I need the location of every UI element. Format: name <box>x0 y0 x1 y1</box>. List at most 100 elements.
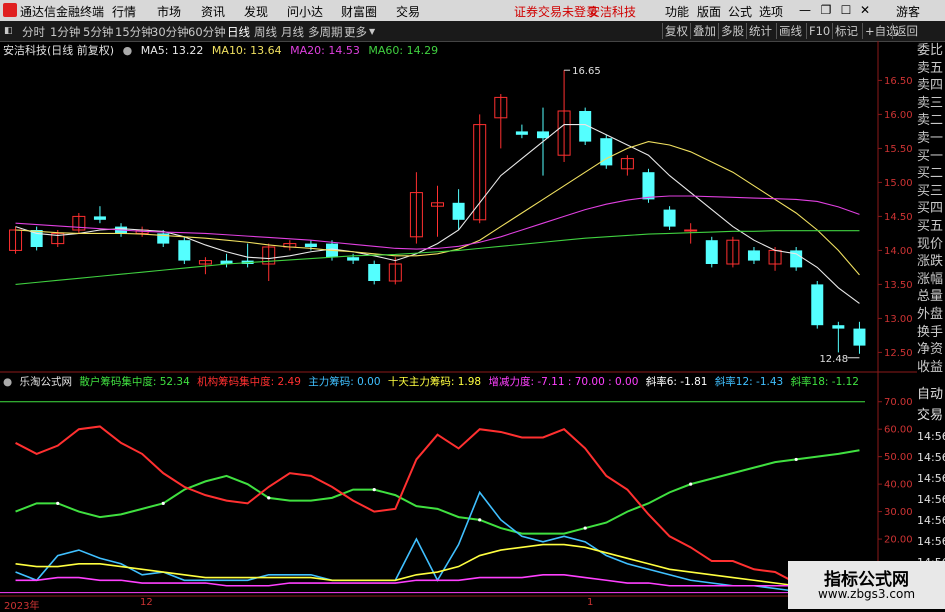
draw-line-button[interactable]: 画线 <box>776 23 804 39</box>
adjust-button[interactable]: 复权 <box>662 23 690 39</box>
side-panel-item[interactable]: 换手 <box>917 324 945 342</box>
candle-body <box>832 325 845 329</box>
menu-item-trade[interactable]: 交易 <box>396 3 420 20</box>
low-price-label: 12.48 <box>819 354 848 365</box>
tab-monthly[interactable]: 月线 <box>281 24 304 40</box>
indicator-point <box>161 501 165 505</box>
legend-retail-concentration: 散户筹码集中度: 52.34 <box>79 376 190 388</box>
y-tick-label: 13.00 <box>884 314 913 325</box>
y-tick-label: 14.00 <box>884 246 913 257</box>
candle-body <box>536 131 549 139</box>
side-panel-item[interactable]: 总量 <box>917 288 945 306</box>
menu-item-functions[interactable]: 功能 <box>665 3 689 20</box>
close-icon[interactable]: ✕ <box>857 1 873 19</box>
legend-institution-concentration: 机构筹码集中度: 2.49 <box>197 376 301 388</box>
side-panel-item[interactable]: 卖四 <box>917 77 945 95</box>
side-panel-item[interactable]: 自动 <box>917 384 945 405</box>
menu-item-xiaoda[interactable]: 问小达 <box>287 3 323 20</box>
side-panel-item[interactable]: 卖三 <box>917 95 945 113</box>
tab-5min[interactable]: 5分钟 <box>83 24 113 40</box>
menu-item-options[interactable]: 选项 <box>759 3 783 20</box>
legend-change-force: 增减力度: -7.11 : 70.00 : 0.00 <box>488 376 639 388</box>
menu-item-wealth-circle[interactable]: 财富圈 <box>341 3 377 20</box>
side-panel-item[interactable]: 委比 <box>917 42 945 60</box>
indicator-title: 乐淘公式网 <box>19 376 73 388</box>
indicator-point <box>689 482 693 486</box>
indicator-point <box>372 488 376 492</box>
y-tick-label: 16.50 <box>884 76 913 87</box>
side-panel-item[interactable]: 卖五 <box>917 60 945 78</box>
y-tick-label: 16.00 <box>884 110 913 121</box>
side-panel-item[interactable]: 收益 <box>917 359 945 377</box>
menu-item-news[interactable]: 资讯 <box>201 3 225 20</box>
side-panel-item[interactable]: 卖一 <box>917 130 945 148</box>
indicator-line <box>15 490 860 595</box>
watermark-url: www.zbgs3.com <box>817 587 916 601</box>
timestamp-item: 14:56 <box>917 514 945 527</box>
side-panel-item[interactable]: 买五 <box>917 218 945 236</box>
legend-slope6: 斜率6: -1.81 <box>645 376 708 388</box>
minimize-icon[interactable]: — <box>797 1 813 19</box>
more-chevron-icon[interactable]: ▼ <box>369 27 375 36</box>
tab-more[interactable]: 更多 <box>344 24 367 40</box>
side-panel-item[interactable]: 交易 <box>917 405 945 426</box>
side-panel-item[interactable]: 买二 <box>917 165 945 183</box>
y-tick-label: 40.00 <box>884 480 913 491</box>
side-panel-item[interactable]: 现价 <box>917 236 945 254</box>
indicator-line <box>15 449 860 535</box>
f10-button[interactable]: F10 <box>806 23 832 39</box>
menu-item-market[interactable]: 行情 <box>112 3 136 20</box>
candle-body <box>93 216 106 220</box>
tab-1min[interactable]: 1分钟 <box>50 24 80 40</box>
y-tick-label: 15.00 <box>884 178 913 189</box>
y-tick-label: 13.50 <box>884 280 913 291</box>
tab-60min[interactable]: 60分钟 <box>188 24 226 40</box>
stats-button[interactable]: 统计 <box>746 23 774 39</box>
y-tick-label: 70.00 <box>884 397 913 408</box>
tab-30min[interactable]: 30分钟 <box>151 24 189 40</box>
maximize-icon[interactable]: ☐ <box>838 1 854 19</box>
side-panel-item[interactable]: 涨幅 <box>917 271 945 289</box>
menu-item-formula[interactable]: 公式 <box>728 3 752 20</box>
mark-button[interactable]: 标记 <box>832 23 860 39</box>
tab-15min[interactable]: 15分钟 <box>115 24 153 40</box>
legend-main-chips: 主力筹码: 0.00 <box>308 376 381 388</box>
menu-item-layout[interactable]: 版面 <box>697 3 721 20</box>
tab-multi-period[interactable]: 多周期 <box>308 24 343 40</box>
x-tick-label: 12 <box>140 597 153 608</box>
user-label[interactable]: 游客 <box>896 3 920 20</box>
collapse-icon[interactable]: ◧ <box>4 26 13 36</box>
candle-body <box>853 328 866 346</box>
restore-icon[interactable]: ❐ <box>818 1 834 19</box>
side-panel-item[interactable]: 涨跌 <box>917 253 945 271</box>
legend-slope18: 斜率18: -1.12 <box>790 376 859 388</box>
login-status[interactable]: 证券交易未登录 <box>514 3 598 20</box>
app-title: 通达信金融终端 <box>20 5 105 19</box>
price-and-indicator-charts[interactable]: 16.50 16.00 15.50 15.00 14.50 14.00 13.50 13.00… <box>0 41 917 597</box>
side-panel-item[interactable]: 买一 <box>917 148 945 166</box>
multi-stock-button[interactable]: 多股 <box>718 23 746 39</box>
tab-daily[interactable]: 日线 <box>227 24 250 40</box>
overlay-button[interactable]: 叠加 <box>690 23 718 39</box>
high-price-label: 16.65 <box>572 66 601 77</box>
tab-intraday[interactable]: 分时 <box>22 24 45 40</box>
side-panel-item[interactable]: 外盘 <box>917 306 945 324</box>
side-panel-item[interactable]: 买四 <box>917 200 945 218</box>
side-panel-item[interactable]: 卖二 <box>917 112 945 130</box>
x-tick-label: 1 <box>587 597 594 608</box>
candle-body <box>515 131 528 135</box>
watermark-badge: 指标公式网 www.zbgs3.com <box>788 561 945 609</box>
y-tick-label: 12.50 <box>884 348 913 359</box>
title-bar: 通达信金融终端 行情 市场 资讯 发现 问小达 财富圈 交易 证券交易未登录 安… <box>0 0 945 21</box>
indicator-line <box>15 425 860 589</box>
side-panel-item[interactable]: 买三 <box>917 183 945 201</box>
menu-item-discover[interactable]: 发现 <box>244 3 268 20</box>
indicator-settings-icon[interactable]: ● <box>3 376 12 388</box>
side-panel-item[interactable]: 净资 <box>917 341 945 359</box>
tab-weekly[interactable]: 周线 <box>254 24 277 40</box>
indicator-point <box>794 457 798 462</box>
x-tick-label: 2023年 <box>4 601 40 612</box>
indicator-line <box>15 543 860 590</box>
menu-item-markets[interactable]: 市场 <box>157 3 181 20</box>
back-button[interactable]: 返回 <box>892 23 920 39</box>
